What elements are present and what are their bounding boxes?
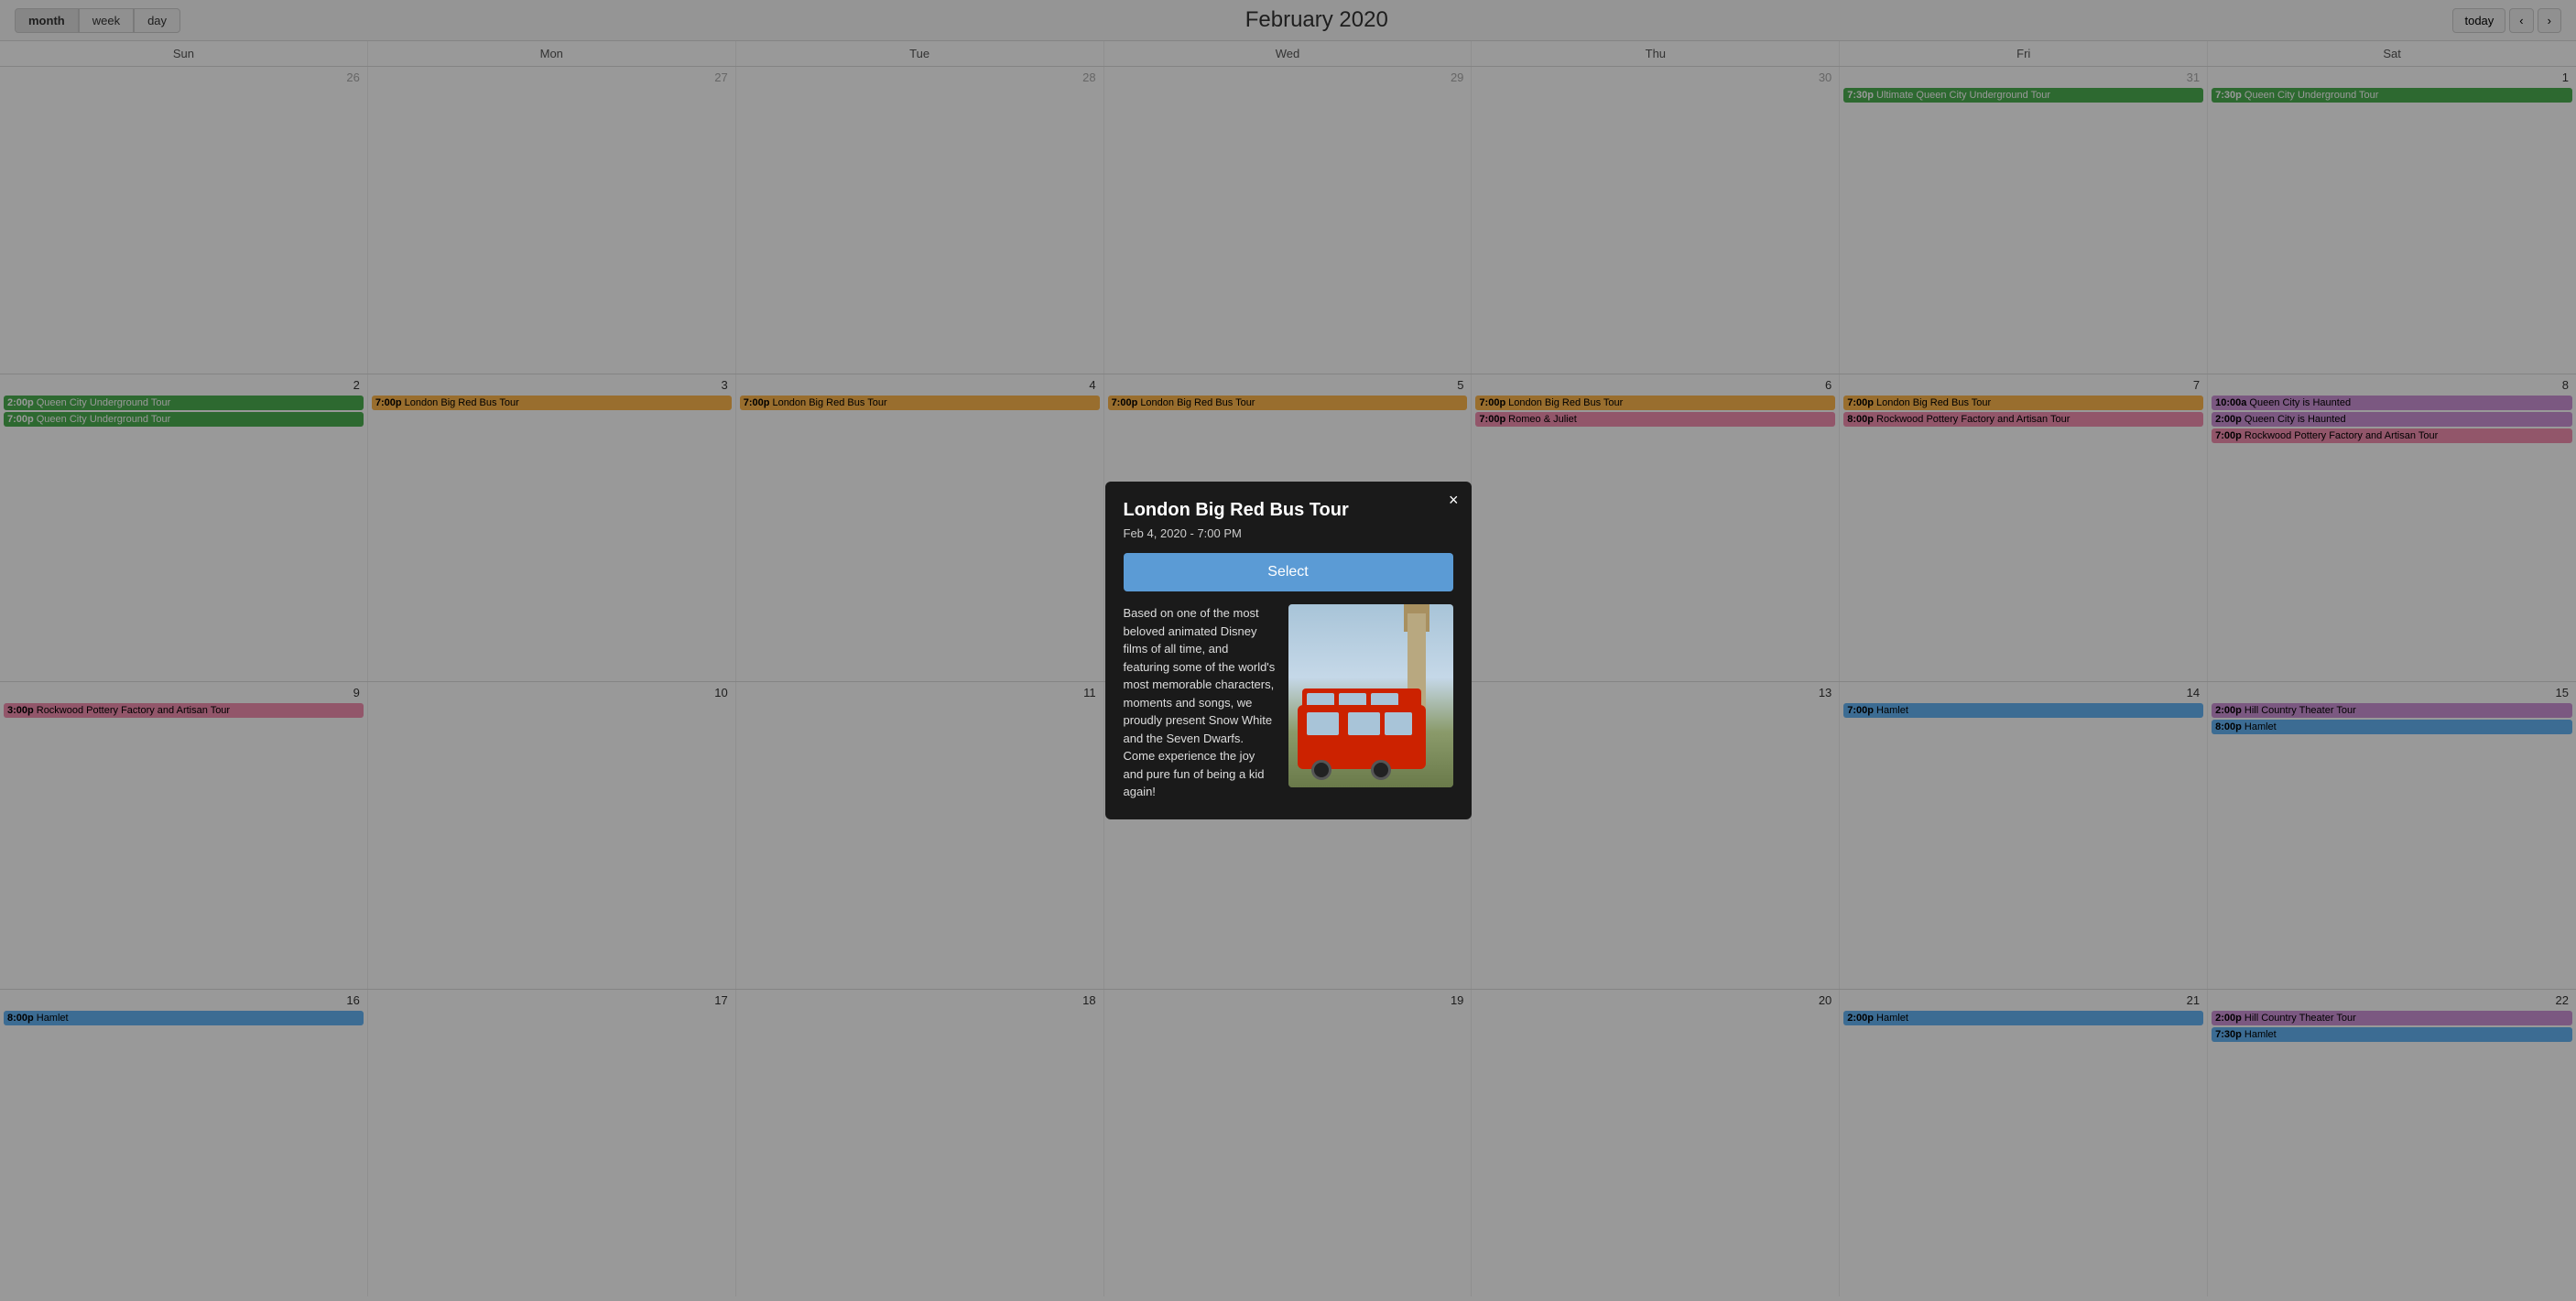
modal-date: Feb 4, 2020 - 7:00 PM bbox=[1124, 526, 1453, 540]
modal-select-button[interactable]: Select bbox=[1124, 553, 1453, 591]
bus-lower-window-3 bbox=[1385, 712, 1412, 735]
event-modal: × London Big Red Bus Tour Feb 4, 2020 - … bbox=[1105, 482, 1472, 819]
modal-overlay[interactable]: × London Big Red Bus Tour Feb 4, 2020 - … bbox=[0, 0, 2576, 1301]
modal-title: London Big Red Bus Tour bbox=[1124, 500, 1453, 521]
bus-wheel-rear bbox=[1371, 760, 1391, 780]
bus-wheel-front bbox=[1311, 760, 1331, 780]
bus-lower-window-2 bbox=[1348, 712, 1380, 735]
modal-image bbox=[1288, 604, 1453, 787]
modal-close-button[interactable]: × bbox=[1449, 491, 1459, 510]
bus-lower-window-1 bbox=[1307, 712, 1339, 735]
bus-illustration bbox=[1288, 604, 1453, 787]
bus-lower-deck bbox=[1298, 705, 1426, 769]
modal-body: Based on one of the most beloved animate… bbox=[1124, 604, 1453, 801]
modal-description: Based on one of the most beloved animate… bbox=[1124, 604, 1277, 801]
